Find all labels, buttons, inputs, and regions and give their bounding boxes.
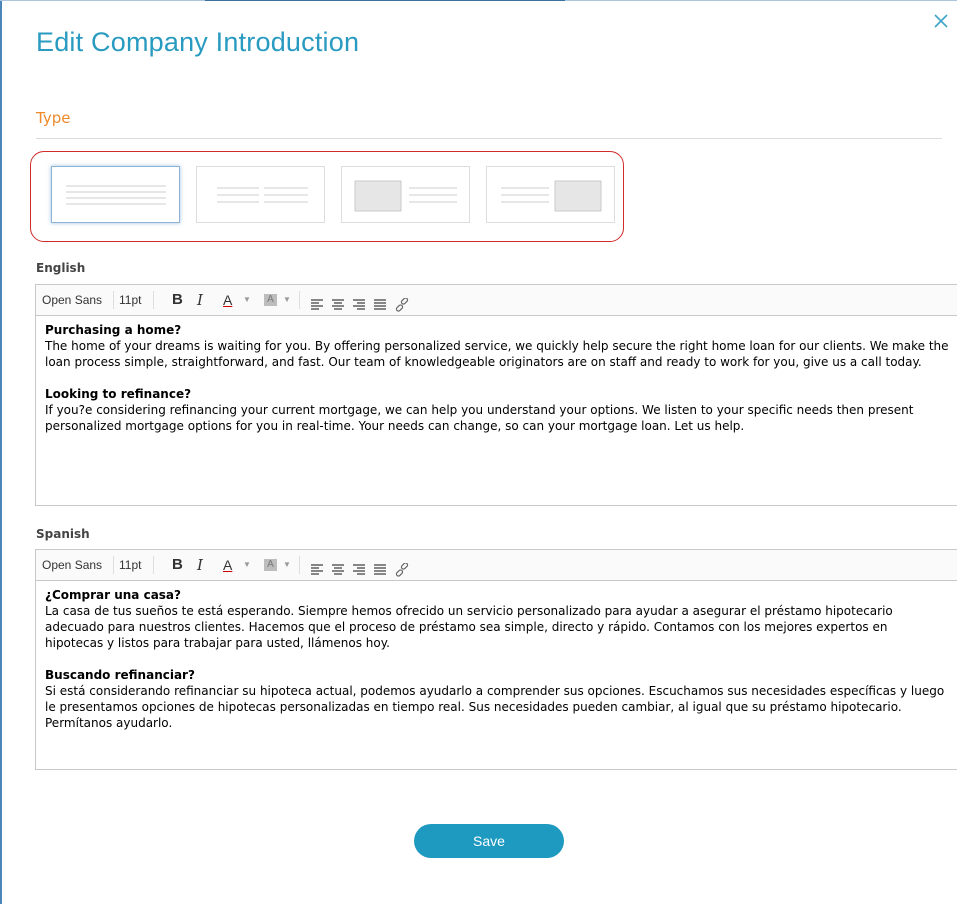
- link-icon[interactable]: [395, 293, 409, 312]
- window-top-edge-shadow: [205, 0, 565, 1]
- dialog-title: Edit Company Introduction: [36, 27, 360, 57]
- toolbar-divider: [299, 556, 300, 574]
- english-toolbar: Open Sans 11pt B I A ▼ A ▼: [36, 285, 957, 316]
- toolbar-divider: [153, 556, 154, 574]
- spanish-heading-2: Buscando refinanciar?: [45, 668, 195, 682]
- english-editor: Open Sans 11pt B I A ▼ A ▼ Purchasing a …: [35, 284, 957, 506]
- type-option-image-left-text-right[interactable]: [341, 166, 470, 223]
- type-option-text-two-columns[interactable]: [196, 166, 325, 223]
- layout-two-columns-icon: [217, 187, 308, 203]
- align-justify-icon[interactable]: [373, 558, 387, 575]
- spanish-label: Spanish: [36, 527, 90, 541]
- spanish-paragraph-2: Si está considerando refinanciar su hipo…: [45, 684, 945, 730]
- italic-button[interactable]: I: [197, 285, 203, 315]
- chevron-down-icon[interactable]: ▼: [283, 285, 291, 315]
- link-icon[interactable]: [395, 558, 409, 577]
- align-center-icon[interactable]: [331, 558, 345, 575]
- align-right-icon[interactable]: [352, 558, 366, 575]
- align-justify-icon[interactable]: [373, 293, 387, 310]
- close-icon[interactable]: [932, 12, 950, 30]
- font-family-select[interactable]: Open Sans: [42, 550, 102, 580]
- bold-button[interactable]: B: [172, 550, 183, 580]
- toolbar-divider: [113, 556, 114, 574]
- chevron-down-icon[interactable]: ▼: [243, 285, 251, 315]
- save-button[interactable]: Save: [414, 824, 564, 858]
- align-center-icon[interactable]: [331, 293, 345, 310]
- italic-button[interactable]: I: [197, 550, 203, 580]
- spanish-heading-1: ¿Comprar una casa?: [45, 588, 181, 602]
- toolbar-divider: [113, 291, 114, 309]
- align-left-icon[interactable]: [310, 558, 324, 575]
- toolbar-divider: [153, 291, 154, 309]
- layout-image-right-icon: [501, 180, 602, 212]
- background-color-button[interactable]: A: [264, 294, 277, 306]
- spanish-toolbar: Open Sans 11pt B I A ▼ A ▼: [36, 550, 957, 581]
- english-paragraph-1: The home of your dreams is waiting for y…: [45, 339, 949, 369]
- layout-full-text-icon: [66, 185, 166, 205]
- english-label: English: [36, 261, 86, 275]
- layout-image-left-icon: [354, 180, 457, 212]
- english-paragraph-2: If you?e considering refinancing your cu…: [45, 403, 914, 433]
- english-heading-1: Purchasing a home?: [45, 323, 182, 337]
- font-family-select[interactable]: Open Sans: [42, 285, 102, 315]
- window-left-edge: [0, 0, 2, 904]
- chevron-down-icon[interactable]: ▼: [283, 550, 291, 580]
- font-size-select[interactable]: 11pt: [119, 550, 141, 580]
- text-color-button[interactable]: A: [223, 285, 232, 315]
- spanish-paragraph-1: La casa de tus sueños te está esperando.…: [45, 604, 893, 650]
- type-option-text-full-width[interactable]: [51, 166, 180, 223]
- english-content[interactable]: Purchasing a home? The home of your drea…: [36, 316, 957, 440]
- english-heading-2: Looking to refinance?: [45, 387, 192, 401]
- spanish-content[interactable]: ¿Comprar una casa? La casa de tus sueños…: [36, 581, 957, 737]
- text-color-button[interactable]: A: [223, 550, 232, 580]
- toolbar-divider: [299, 291, 300, 309]
- type-option-text-left-image-right[interactable]: [486, 166, 615, 223]
- spanish-editor: Open Sans 11pt B I A ▼ A ▼ ¿Comprar una …: [35, 549, 957, 770]
- align-left-icon[interactable]: [310, 293, 324, 310]
- chevron-down-icon[interactable]: ▼: [243, 550, 251, 580]
- align-right-icon[interactable]: [352, 293, 366, 310]
- font-size-select[interactable]: 11pt: [119, 285, 141, 315]
- section-divider: [36, 138, 942, 139]
- background-color-button[interactable]: A: [264, 559, 277, 571]
- type-section-label: Type: [36, 109, 71, 127]
- bold-button[interactable]: B: [172, 285, 183, 315]
